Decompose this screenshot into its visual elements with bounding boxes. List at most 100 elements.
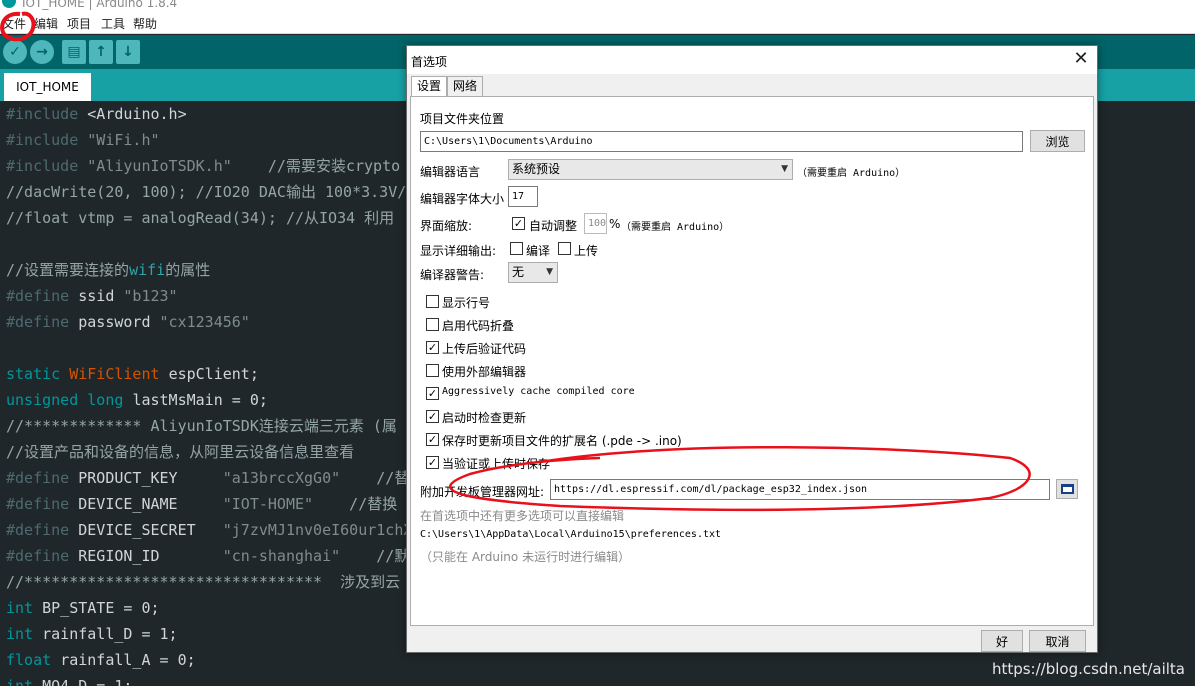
open-sketch-button[interactable]: ↑	[89, 40, 113, 64]
code-token: <Arduino.h>	[87, 105, 187, 123]
language-select[interactable]: 系统预设 ▼	[508, 159, 793, 180]
tab-iot-home[interactable]: IOT_HOME	[4, 73, 91, 101]
code-line: #include <Arduino.h>	[6, 101, 187, 127]
upload-button[interactable]: →	[30, 40, 54, 64]
code-token: int	[6, 599, 43, 617]
code-line: //float vtmp = analogRead(34); //从IO34 利…	[6, 205, 394, 231]
code-token: #include	[6, 157, 88, 175]
option-label: 启用代码折叠	[442, 319, 515, 333]
code-token: MQ4_D = 1;	[42, 677, 133, 686]
option-label: 使用外部编辑器	[442, 365, 527, 379]
verbose-upload-label: 上传	[574, 244, 599, 258]
code-token: #define	[6, 521, 79, 539]
code-token: //默	[340, 547, 410, 565]
menu-sketch[interactable]: 项目	[67, 15, 91, 32]
code-line: //设置需要连接的wifi的属性	[6, 257, 210, 283]
scale-auto-checkbox[interactable]: ✓	[512, 217, 525, 230]
code-token: "WiFi.h"	[87, 131, 160, 149]
more-prefs-note: 在首选项中还有更多选项可以直接编辑	[420, 509, 625, 523]
code-token: "b123"	[123, 287, 178, 305]
font-size-input[interactable]: 17	[508, 186, 538, 207]
code-token: #define	[6, 495, 79, 513]
code-token: DEVICE_SECRET	[78, 521, 223, 539]
code-token: unsigned long	[6, 391, 133, 409]
code-line: float rainfall_A = 0;	[6, 647, 196, 673]
code-token: static	[6, 365, 70, 383]
option-checkbox[interactable]	[426, 364, 439, 377]
window-titlebar: IOT_HOME | Arduino 1.8.4	[0, 0, 1195, 12]
menu-edit[interactable]: 编辑	[34, 15, 58, 32]
dialog-title: 首选项	[411, 55, 448, 69]
option-label: 显示行号	[442, 296, 491, 310]
code-token: //替	[340, 469, 410, 487]
code-token: #define	[6, 469, 79, 487]
option-checkbox[interactable]: ✓	[426, 387, 439, 400]
scale-auto-label: 自动调整	[529, 219, 578, 233]
code-token: int	[6, 677, 43, 686]
code-token: WiFiClient	[69, 365, 169, 383]
code-token: password	[78, 313, 160, 331]
verbose-upload-checkbox[interactable]	[558, 242, 571, 255]
language-label: 编辑器语言	[420, 165, 481, 179]
boards-url-label: 附加开发板管理器网址:	[420, 485, 545, 499]
option-checkbox[interactable]: ✓	[426, 433, 439, 446]
code-line: #define DEVICE_NAME "IOT-HOME" //替换	[6, 491, 397, 517]
code-token: #define	[6, 313, 79, 331]
option-checkbox[interactable]	[426, 318, 439, 331]
font-size-label: 编辑器字体大小	[420, 192, 505, 206]
code-line: #define REGION_ID "cn-shanghai" //默	[6, 543, 409, 569]
ok-button[interactable]: 好	[981, 630, 1023, 652]
chevron-down-icon: ▼	[546, 267, 553, 277]
code-token: //设置需要连接的	[6, 261, 130, 279]
warnings-label: 编译器警告:	[420, 268, 485, 282]
option-label: 保存时更新项目文件的扩展名 (.pde -> .ino)	[442, 434, 682, 448]
code-token: #include	[6, 105, 88, 123]
code-line: //dacWrite(20, 100); //IO20 DAC输出 100*3.…	[6, 179, 406, 205]
language-note: （需要重启 Arduino）	[797, 168, 906, 179]
close-icon[interactable]: ✕	[1071, 49, 1091, 69]
code-token: #define	[6, 547, 79, 565]
code-token: "AliyunIoTSDK.h"	[87, 157, 232, 175]
menu-file[interactable]: 文件	[2, 15, 26, 32]
option-checkbox[interactable]	[426, 295, 439, 308]
code-line: #include "WiFi.h"	[6, 127, 160, 153]
code-token: //************* AliyunIoTSDK连接云端三元素 (属	[6, 417, 397, 435]
open-url-list-button[interactable]	[1056, 479, 1078, 499]
sketchbook-path-input[interactable]: C:\Users\1\Documents\Arduino	[420, 131, 1023, 152]
code-token: lastMsMain = 0;	[132, 391, 268, 409]
browse-button[interactable]: 浏览	[1030, 130, 1085, 152]
new-sketch-button[interactable]: ▤	[62, 40, 86, 64]
code-token: rainfall_A = 0;	[60, 651, 196, 669]
tab-settings[interactable]: 设置	[411, 76, 448, 97]
code-line: #define DEVICE_SECRET "j7zvMJ1nv0eI60ur1…	[6, 517, 412, 543]
window-title: IOT_HOME | Arduino 1.8.4	[22, 0, 178, 10]
code-token: #define	[6, 287, 79, 305]
verbose-compile-label: 编译	[526, 244, 551, 258]
code-token: espClient;	[168, 365, 259, 383]
code-token: "a13brccXgG0"	[222, 469, 341, 487]
window-icon	[1061, 484, 1074, 494]
option-checkbox[interactable]: ✓	[426, 341, 439, 354]
verify-button[interactable]: ✓	[3, 40, 27, 64]
code-line: int BP_STATE = 0;	[6, 595, 160, 621]
code-line: //************* AliyunIoTSDK连接云端三元素 (属	[6, 413, 397, 439]
code-line: int rainfall_D = 1;	[6, 621, 178, 647]
option-checkbox[interactable]: ✓	[426, 456, 439, 469]
option-checkbox[interactable]: ✓	[426, 410, 439, 423]
save-sketch-button[interactable]: ↓	[116, 40, 140, 64]
scale-note: （需要重启 Arduino）	[621, 222, 730, 233]
code-line: //设置产品和设备的信息，从阿里云设备信息里查看	[6, 439, 354, 465]
tab-network[interactable]: 网络	[447, 76, 484, 96]
prefs-file-path[interactable]: C:\Users\1\AppData\Local\Arduino15\prefe…	[420, 529, 721, 540]
code-token: ssid	[78, 287, 124, 305]
menu-tools[interactable]: 工具	[101, 15, 125, 32]
language-value: 系统预设	[512, 162, 561, 176]
cancel-button[interactable]: 取消	[1029, 630, 1086, 652]
warnings-select[interactable]: 无 ▼	[508, 262, 558, 283]
code-token: //********************************* 涉及到云	[6, 573, 401, 591]
verbose-compile-checkbox[interactable]	[510, 242, 523, 255]
boards-url-input[interactable]: https://dl.espressif.com/dl/package_esp3…	[550, 479, 1050, 500]
code-token: "IOT-HOME"	[222, 495, 314, 513]
code-token: //设置产品和设备的信息，从阿里云设备信息里查看	[6, 443, 355, 461]
menu-help[interactable]: 帮助	[133, 15, 157, 32]
